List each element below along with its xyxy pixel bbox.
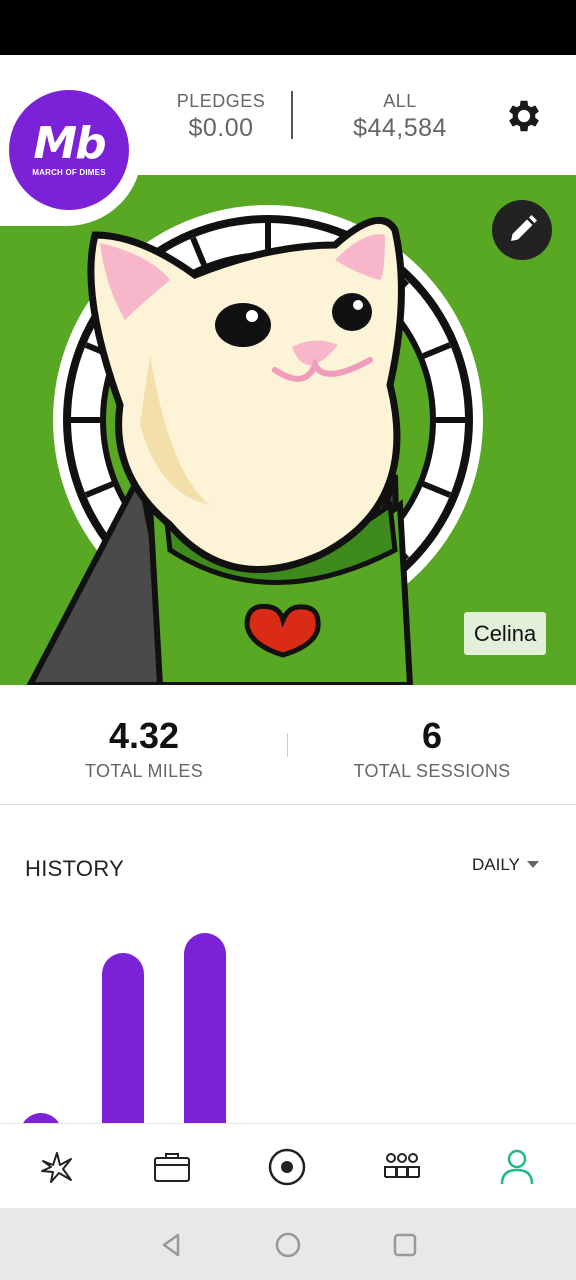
period-dropdown[interactable]: DAILY <box>472 855 520 875</box>
all-stat[interactable]: ALL $44,584 <box>340 91 460 143</box>
nav-item-sparkle[interactable] <box>0 1124 115 1209</box>
history-title: HISTORY <box>25 856 125 881</box>
history-chart <box>0 900 576 1123</box>
home-icon[interactable] <box>273 1230 303 1260</box>
total-sessions-label: TOTAL SESSIONS <box>353 761 511 781</box>
caret-down-icon[interactable] <box>527 861 539 868</box>
profile-name-tag: Celina <box>464 612 546 655</box>
gear-icon[interactable] <box>503 95 545 137</box>
record-icon <box>268 1148 306 1186</box>
pledges-stat[interactable]: PLEDGES $0.00 <box>170 91 272 143</box>
all-value: $44,584 <box>353 114 447 142</box>
history-bar <box>23 1113 59 1123</box>
sparkle-icon <box>41 1152 72 1183</box>
all-label: ALL <box>383 91 417 111</box>
briefcase-icon <box>154 1153 190 1182</box>
march-of-dimes-logo: Mb MARCH OF DIMES <box>9 90 129 210</box>
bottom-nav <box>0 1123 576 1208</box>
profile-icon <box>500 1149 534 1185</box>
logo-mark: Mb <box>33 118 106 169</box>
status-bar <box>0 0 576 55</box>
history-chart-svg <box>23 933 226 1123</box>
nav-item-team[interactable] <box>345 1124 460 1209</box>
total-miles: 4.32 TOTAL MILES <box>0 715 288 782</box>
system-nav-bar <box>0 1208 576 1280</box>
history-bar <box>184 933 226 1123</box>
total-sessions: 6 TOTAL SESSIONS <box>288 715 576 782</box>
edit-button[interactable] <box>492 200 552 260</box>
pencil-icon <box>511 215 537 241</box>
profile-photo <box>0 175 576 685</box>
nav-item-briefcase[interactable] <box>115 1124 230 1209</box>
cat-illustration <box>26 205 483 685</box>
totals-section: 4.32 TOTAL MILES 6 TOTAL SESSIONS <box>0 685 576 805</box>
pledges-value: $0.00 <box>188 114 254 142</box>
logo-text: MARCH OF DIMES <box>32 168 106 177</box>
total-miles-value: 4.32 <box>108 715 180 756</box>
nav-item-profile[interactable] <box>460 1124 575 1209</box>
recents-icon[interactable] <box>390 1230 420 1260</box>
total-sessions-value: 6 <box>421 715 443 756</box>
header-divider <box>291 91 293 139</box>
nav-item-record[interactable] <box>230 1124 345 1209</box>
pledges-label: PLEDGES <box>176 91 266 111</box>
back-icon[interactable] <box>156 1230 186 1260</box>
total-miles-label: TOTAL MILES <box>85 761 203 781</box>
team-icon <box>384 1153 420 1178</box>
history-bar <box>102 953 144 1123</box>
